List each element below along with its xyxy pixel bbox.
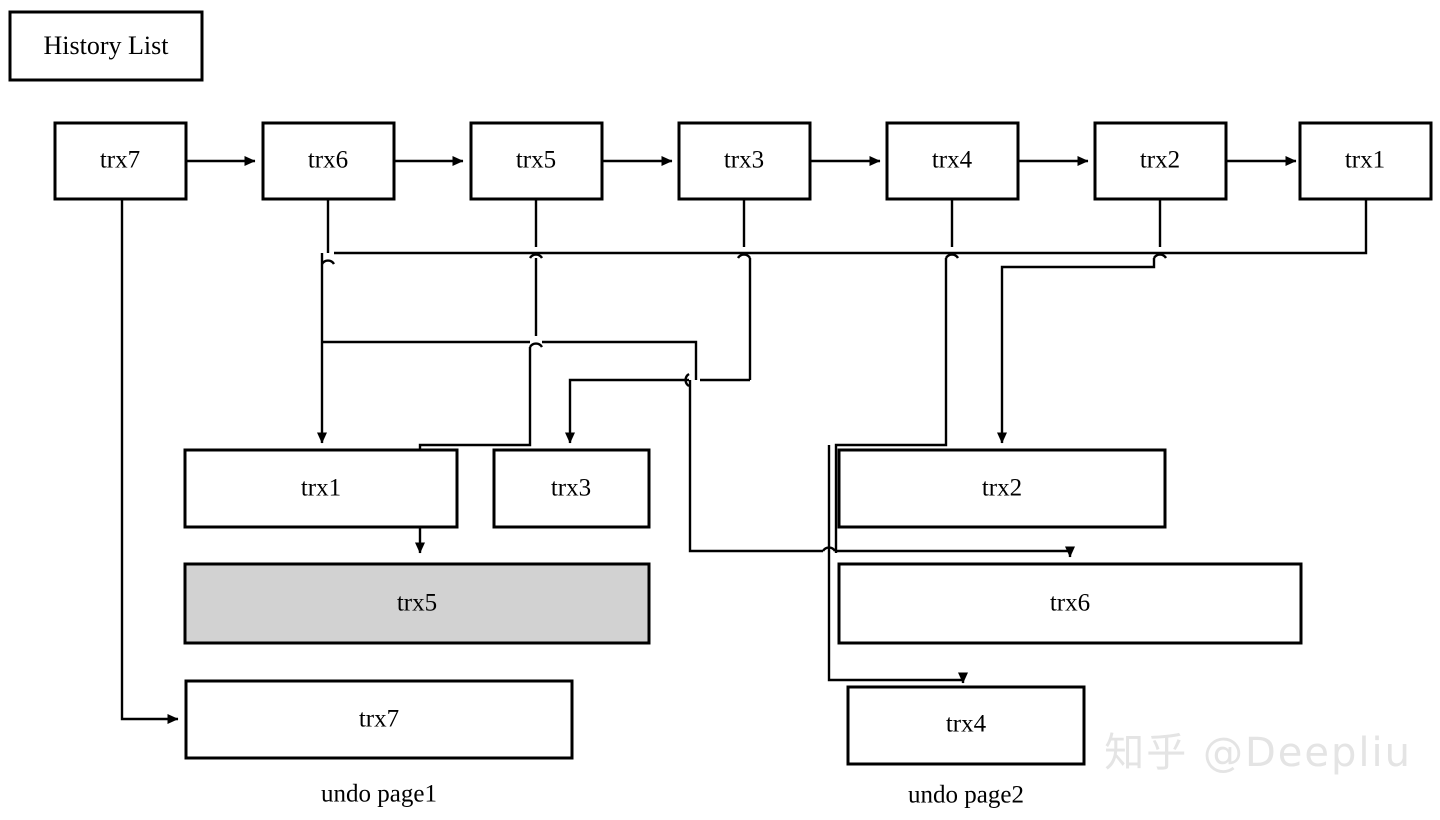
history-node-trx5-label: trx5 — [516, 147, 556, 174]
hop-arc-trx4-bus — [944, 253, 960, 259]
wire-rail-to-undo2-trx6 — [835, 546, 1075, 558]
undo-page2-caption: undo page2 — [908, 782, 1024, 809]
history-node-trx6-label: trx6 — [308, 147, 348, 174]
diagram-canvas: History List trx7 trx6 trx5 trx3 trx4 tr… — [0, 0, 1440, 820]
history-node-trx4-label: trx4 — [932, 147, 973, 174]
undo2-entry-trx4[interactable]: trx4 — [846, 685, 1086, 766]
hop-arc-trx3-bus1 — [736, 253, 752, 259]
bus-secondary-right — [542, 340, 698, 380]
undo1-entry-trx3-label: trx3 — [551, 475, 591, 502]
hop-arc-trx5-bus1 — [528, 253, 544, 259]
history-node-trx4[interactable]: trx4 — [885, 121, 1020, 201]
undo-log-diagram: History List trx7 trx6 trx5 trx3 trx4 tr… — [8, 10, 1433, 809]
wire-undo1-to-undo2-rail — [688, 380, 823, 553]
undo2-entry-trx4-label: trx4 — [946, 711, 987, 738]
undo1-entry-trx1[interactable]: trx1 — [183, 448, 459, 529]
undo1-entry-trx5[interactable]: trx5 — [183, 562, 651, 645]
history-node-trx3-label: trx3 — [724, 147, 764, 174]
undo2-entry-trx6-label: trx6 — [1050, 590, 1090, 617]
hop-arc-trx2-bus — [1152, 253, 1168, 259]
undo1-entry-trx7-label: trx7 — [359, 706, 399, 733]
history-node-trx1-label: trx1 — [1345, 147, 1385, 174]
history-list-title-box: History List — [8, 10, 204, 82]
history-node-trx6[interactable]: trx6 — [261, 121, 396, 201]
hop-arc-trx6-bus — [320, 259, 336, 265]
undo1-entry-trx7[interactable]: trx7 — [184, 679, 574, 760]
watermark-deepliu: 知乎 @Deepliu — [1104, 730, 1412, 776]
history-node-trx7-label: trx7 — [100, 147, 140, 174]
undo2-entry-trx6[interactable]: trx6 — [837, 562, 1303, 645]
undo1-entry-trx5-label: trx5 — [397, 590, 437, 617]
wire-trx7-to-undo1-trx7 — [120, 199, 179, 724]
hop-arc-trx5-bus2 — [528, 342, 544, 348]
history-node-trx1[interactable]: trx1 — [1298, 121, 1433, 201]
wire-trx2-to-undo2-trx2 — [997, 258, 1156, 444]
history-node-trx5[interactable]: trx5 — [469, 121, 604, 201]
wire-trx3-to-undo1-trx3 — [565, 378, 689, 444]
bus-trx1-horizontal — [334, 199, 1368, 255]
history-node-trx2[interactable]: trx2 — [1093, 121, 1228, 201]
undo1-entry-trx1-label: trx1 — [301, 475, 341, 502]
undo2-entry-trx2[interactable]: trx2 — [837, 448, 1167, 529]
undo1-entry-trx3[interactable]: trx3 — [492, 448, 651, 529]
history-node-trx3[interactable]: trx3 — [677, 121, 812, 201]
history-list-title-label: History List — [44, 31, 170, 60]
history-node-trx2-label: trx2 — [1140, 147, 1180, 174]
undo-page1-caption: undo page1 — [321, 781, 437, 808]
undo2-entry-trx2-label: trx2 — [982, 475, 1022, 502]
history-node-trx7[interactable]: trx7 — [53, 121, 188, 201]
